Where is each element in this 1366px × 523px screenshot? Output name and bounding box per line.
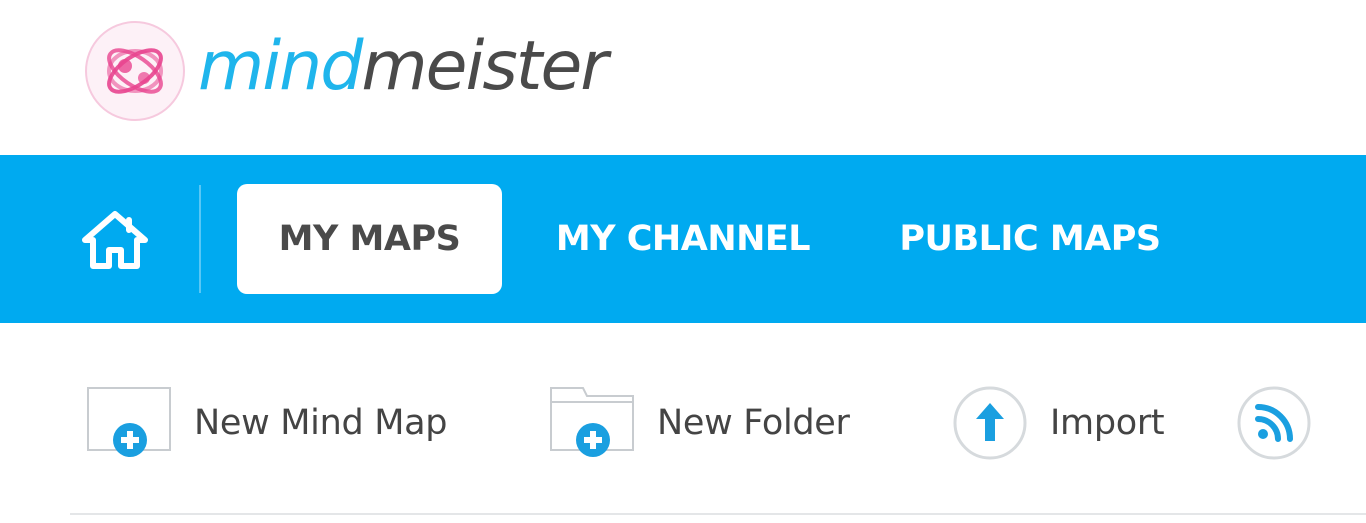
new-mind-map-label: New Mind Map: [194, 403, 448, 443]
new-mind-map-button[interactable]: New Mind Map: [86, 378, 447, 468]
logo-text-mind: mind: [198, 27, 363, 106]
header: mindmeister: [0, 0, 1366, 155]
home-button[interactable]: [74, 199, 156, 281]
tab-public-maps[interactable]: PUBLIC MAPS: [880, 184, 1180, 294]
logo-text-meister: meister: [361, 27, 608, 106]
main-nav: MY MAPS MY CHANNEL PUBLIC MAPS: [0, 155, 1366, 323]
rss-icon: [1237, 386, 1311, 460]
toolbar-divider: [70, 513, 1366, 515]
rss-button[interactable]: [1236, 378, 1334, 468]
new-map-icon: [87, 387, 171, 457]
import-button[interactable]: Import: [952, 378, 1165, 468]
new-folder-label: New Folder: [657, 403, 850, 443]
tab-my-maps[interactable]: MY MAPS: [237, 184, 502, 294]
mindmeister-logo-icon: [85, 21, 185, 121]
new-folder-icon: [550, 387, 634, 457]
tab-my-channel[interactable]: MY CHANNEL: [540, 184, 826, 294]
page: mindmeister MY MAPS MY CHANNEL PUBLIC MA…: [0, 0, 1366, 523]
home-icon: [82, 211, 148, 269]
nav-divider: [199, 185, 201, 293]
logo-wordmark: mindmeister: [198, 33, 608, 101]
logo[interactable]: mindmeister: [84, 20, 608, 122]
import-label: Import: [1050, 403, 1165, 443]
new-map-icon-wrapper: [86, 384, 172, 462]
upload-arrow-icon: [953, 386, 1027, 460]
new-folder-icon-wrapper: [549, 384, 635, 462]
new-folder-button[interactable]: New Folder: [549, 378, 850, 468]
toolbar: New Mind Map New Folder Import: [0, 323, 1366, 523]
